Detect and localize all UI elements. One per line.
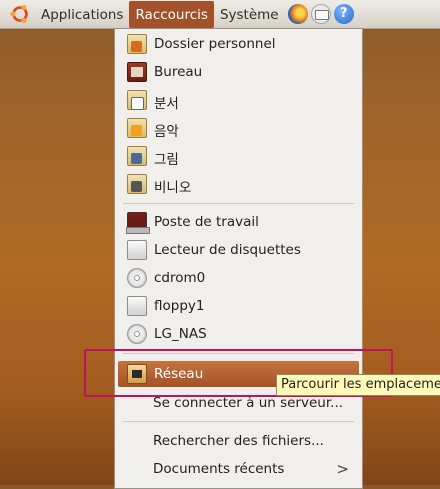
- menu-systeme[interactable]: Système: [214, 1, 285, 28]
- menu-item-label: Rechercher des fichiers...: [153, 433, 324, 449]
- help-icon[interactable]: ?: [333, 4, 354, 24]
- desktop-folder-icon: [127, 62, 147, 82]
- top-panel: Applications Raccourcis Système ?: [0, 0, 440, 29]
- network-icon: [127, 364, 147, 384]
- menu-item-music[interactable]: 음악: [118, 115, 359, 141]
- menu-item-floppy1[interactable]: floppy1: [118, 293, 359, 319]
- menu-item-documents-recents[interactable]: Documents récents >: [118, 456, 359, 482]
- music-folder-icon: [127, 118, 147, 138]
- menu-item-label: Réseau: [154, 366, 204, 382]
- floppy-drive-icon: [127, 240, 147, 260]
- menu-item-dossier-personnel[interactable]: Dossier personnel: [118, 31, 359, 57]
- places-menu: Dossier personnel Bureau 분서 음악 그림 비니오 Po…: [114, 28, 363, 489]
- menu-item-videos[interactable]: 비니오: [118, 171, 359, 197]
- menu-item-label: Dossier personnel: [154, 36, 276, 52]
- menu-item-label: 그림: [154, 152, 179, 168]
- pictures-folder-icon: [127, 146, 147, 166]
- home-folder-icon: [127, 34, 147, 54]
- menu-item-label: 분서: [154, 96, 179, 112]
- menu-item-label: 비니오: [154, 180, 192, 196]
- floppy-drive-icon: [127, 296, 147, 316]
- menu-item-label: Se connecter à un serveur...: [153, 395, 344, 411]
- menu-item-label: Bureau: [154, 64, 203, 80]
- menu-item-label: cdrom0: [154, 270, 206, 286]
- menu-item-label[interactable]: Poste de travail: [154, 214, 259, 230]
- menu-item-label: floppy1: [154, 298, 205, 314]
- network-disc-icon: [127, 324, 147, 344]
- menu-item-label: Documents récents: [153, 461, 285, 477]
- mail-icon[interactable]: [310, 4, 331, 24]
- menu-item-label: LG_NAS: [154, 326, 207, 342]
- firefox-icon[interactable]: [287, 4, 308, 24]
- menu-item-label: Lecteur de disquettes: [154, 242, 301, 258]
- menu-item-poste-de-travail[interactable]: Poste de travail: [118, 209, 359, 235]
- menu-separator: [123, 421, 354, 422]
- videos-folder-icon: [127, 174, 147, 194]
- menu-raccourcis[interactable]: Raccourcis: [129, 1, 214, 28]
- cdrom-icon: [127, 268, 147, 288]
- menu-separator: [123, 203, 354, 204]
- menu-applications[interactable]: Applications: [35, 1, 129, 28]
- menu-item-lecteur-de-disquettes[interactable]: Lecteur de disquettes: [118, 237, 359, 263]
- menu-item-bureau[interactable]: Bureau: [118, 59, 359, 85]
- tooltip: Parcourir les emplacemen: [276, 374, 440, 396]
- menu-item-rechercher[interactable]: Rechercher des fichiers...: [118, 428, 359, 454]
- ubuntu-logo-icon[interactable]: [9, 3, 31, 25]
- menu-item-pictures[interactable]: 그림: [118, 143, 359, 169]
- chevron-right-icon: >: [336, 460, 349, 478]
- menu-separator: [123, 353, 354, 354]
- menu-item-label: 음악: [154, 124, 179, 140]
- documents-folder-icon: [127, 90, 147, 110]
- computer-icon: [126, 212, 150, 234]
- menu-item-cdrom0[interactable]: cdrom0: [118, 265, 359, 291]
- menu-item-documents[interactable]: 분서: [118, 87, 359, 113]
- menu-item-lg-nas[interactable]: LG_NAS: [118, 321, 359, 347]
